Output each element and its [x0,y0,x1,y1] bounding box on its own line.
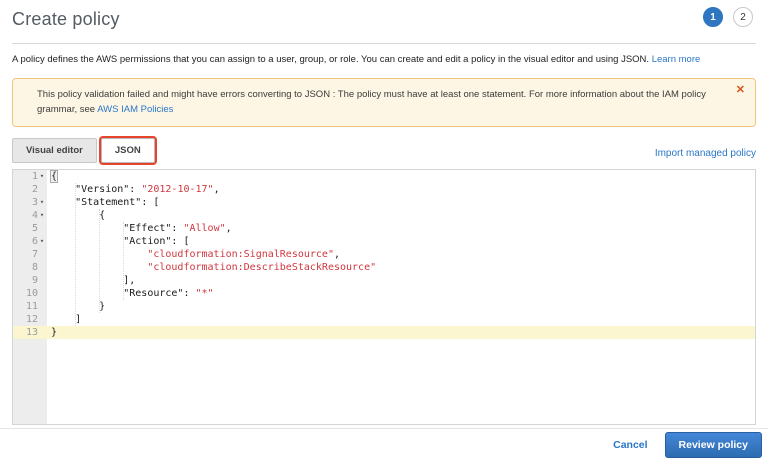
line-number: 7 [32,248,38,261]
code-line: 6▾ "Action": [ [13,235,755,248]
review-policy-button[interactable]: Review policy [665,432,762,458]
code-line: 11▾ } [13,300,755,313]
gutter-cell: 3▾ [13,196,47,209]
fold-toggle-icon[interactable]: ▾ [38,170,46,183]
code-line: 1▾{ [13,170,755,183]
gutter-cell: 8▾ [13,261,47,274]
header-divider [12,43,756,44]
gutter-cell: 1▾ [13,170,47,183]
code-line: 9▾ ], [13,274,755,287]
wizard-step-indicator: 12 [703,7,753,27]
line-number: 8 [32,261,38,274]
validation-warning-banner: This policy validation failed and might … [12,78,756,127]
gutter-cell: 6▾ [13,235,47,248]
code-lines: 1▾{2▾ "Version": "2012-10-17",3▾ "Statem… [13,170,755,339]
tabs: Visual editorJSON [12,138,155,163]
gutter-cell: 10▾ [13,287,47,300]
close-icon[interactable]: ✕ [736,85,745,96]
code-text: ] [47,313,81,326]
code-line: 10▾ "Resource": "*" [13,287,755,300]
line-number: 13 [26,326,38,339]
step-1-circle: 1 [703,7,723,27]
code-line: 5▾ "Effect": "Allow", [13,222,755,235]
code-text: "Statement": [ [47,196,159,209]
gutter-cell: 9▾ [13,274,47,287]
tab-json[interactable]: JSON [101,138,155,163]
gutter-cell: 4▾ [13,209,47,222]
page-title: Create policy [12,9,756,30]
code-text: { [47,170,57,183]
step-2-circle: 2 [733,7,753,27]
code-text: ], [47,274,135,287]
gutter-cell: 12▾ [13,313,47,326]
line-number: 9 [32,274,38,287]
code-line: 7▾ "cloudformation:SignalResource", [13,248,755,261]
gutter-cell: 7▾ [13,248,47,261]
code-line: 12▾ ] [13,313,755,326]
editor-tab-bar: Visual editorJSON Import managed policy [12,138,756,163]
code-text: "Action": [ [47,235,189,248]
gutter-cell: 13▾ [13,326,47,339]
page-header: Create policy 12 [12,0,756,30]
line-number: 12 [26,313,38,326]
policy-description-text: A policy defines the AWS permissions tha… [12,54,756,65]
gutter-cell: 5▾ [13,222,47,235]
gutter-cell: 11▾ [13,300,47,313]
code-text: "Version": "2012-10-17", [47,183,220,196]
line-number: 5 [32,222,38,235]
intro-text: A policy defines the AWS permissions tha… [12,54,652,65]
code-line: 8▾ "cloudformation:DescribeStackResource… [13,261,755,274]
code-text: "cloudformation:SignalResource", [47,248,340,261]
code-line: 3▾ "Statement": [ [13,196,755,209]
cancel-button[interactable]: Cancel [613,439,647,451]
code-text: { [47,209,105,222]
aws-iam-policies-link[interactable]: AWS IAM Policies [97,104,173,115]
code-line: 4▾ { [13,209,755,222]
code-text: } [47,300,105,313]
code-text: "Effect": "Allow", [47,222,232,235]
line-number: 2 [32,183,38,196]
fold-toggle-icon[interactable]: ▾ [38,235,46,248]
fold-toggle-icon[interactable]: ▾ [38,209,46,222]
gutter-cell: 2▾ [13,183,47,196]
import-managed-policy-link[interactable]: Import managed policy [655,148,756,163]
line-number: 11 [26,300,38,313]
code-text: "cloudformation:DescribeStackResource" [47,261,376,274]
code-text: "Resource": "*" [47,287,214,300]
learn-more-link[interactable]: Learn more [652,54,701,65]
tab-visual-editor[interactable]: Visual editor [12,138,97,163]
footer-bar: Cancel Review policy [0,428,768,461]
code-line: 2▾ "Version": "2012-10-17", [13,183,755,196]
code-text: } [47,326,57,339]
code-line: 13▾} [13,326,755,339]
fold-toggle-icon[interactable]: ▾ [38,196,46,209]
line-number: 10 [26,287,38,300]
json-policy-editor[interactable]: 1▾{2▾ "Version": "2012-10-17",3▾ "Statem… [12,169,756,425]
